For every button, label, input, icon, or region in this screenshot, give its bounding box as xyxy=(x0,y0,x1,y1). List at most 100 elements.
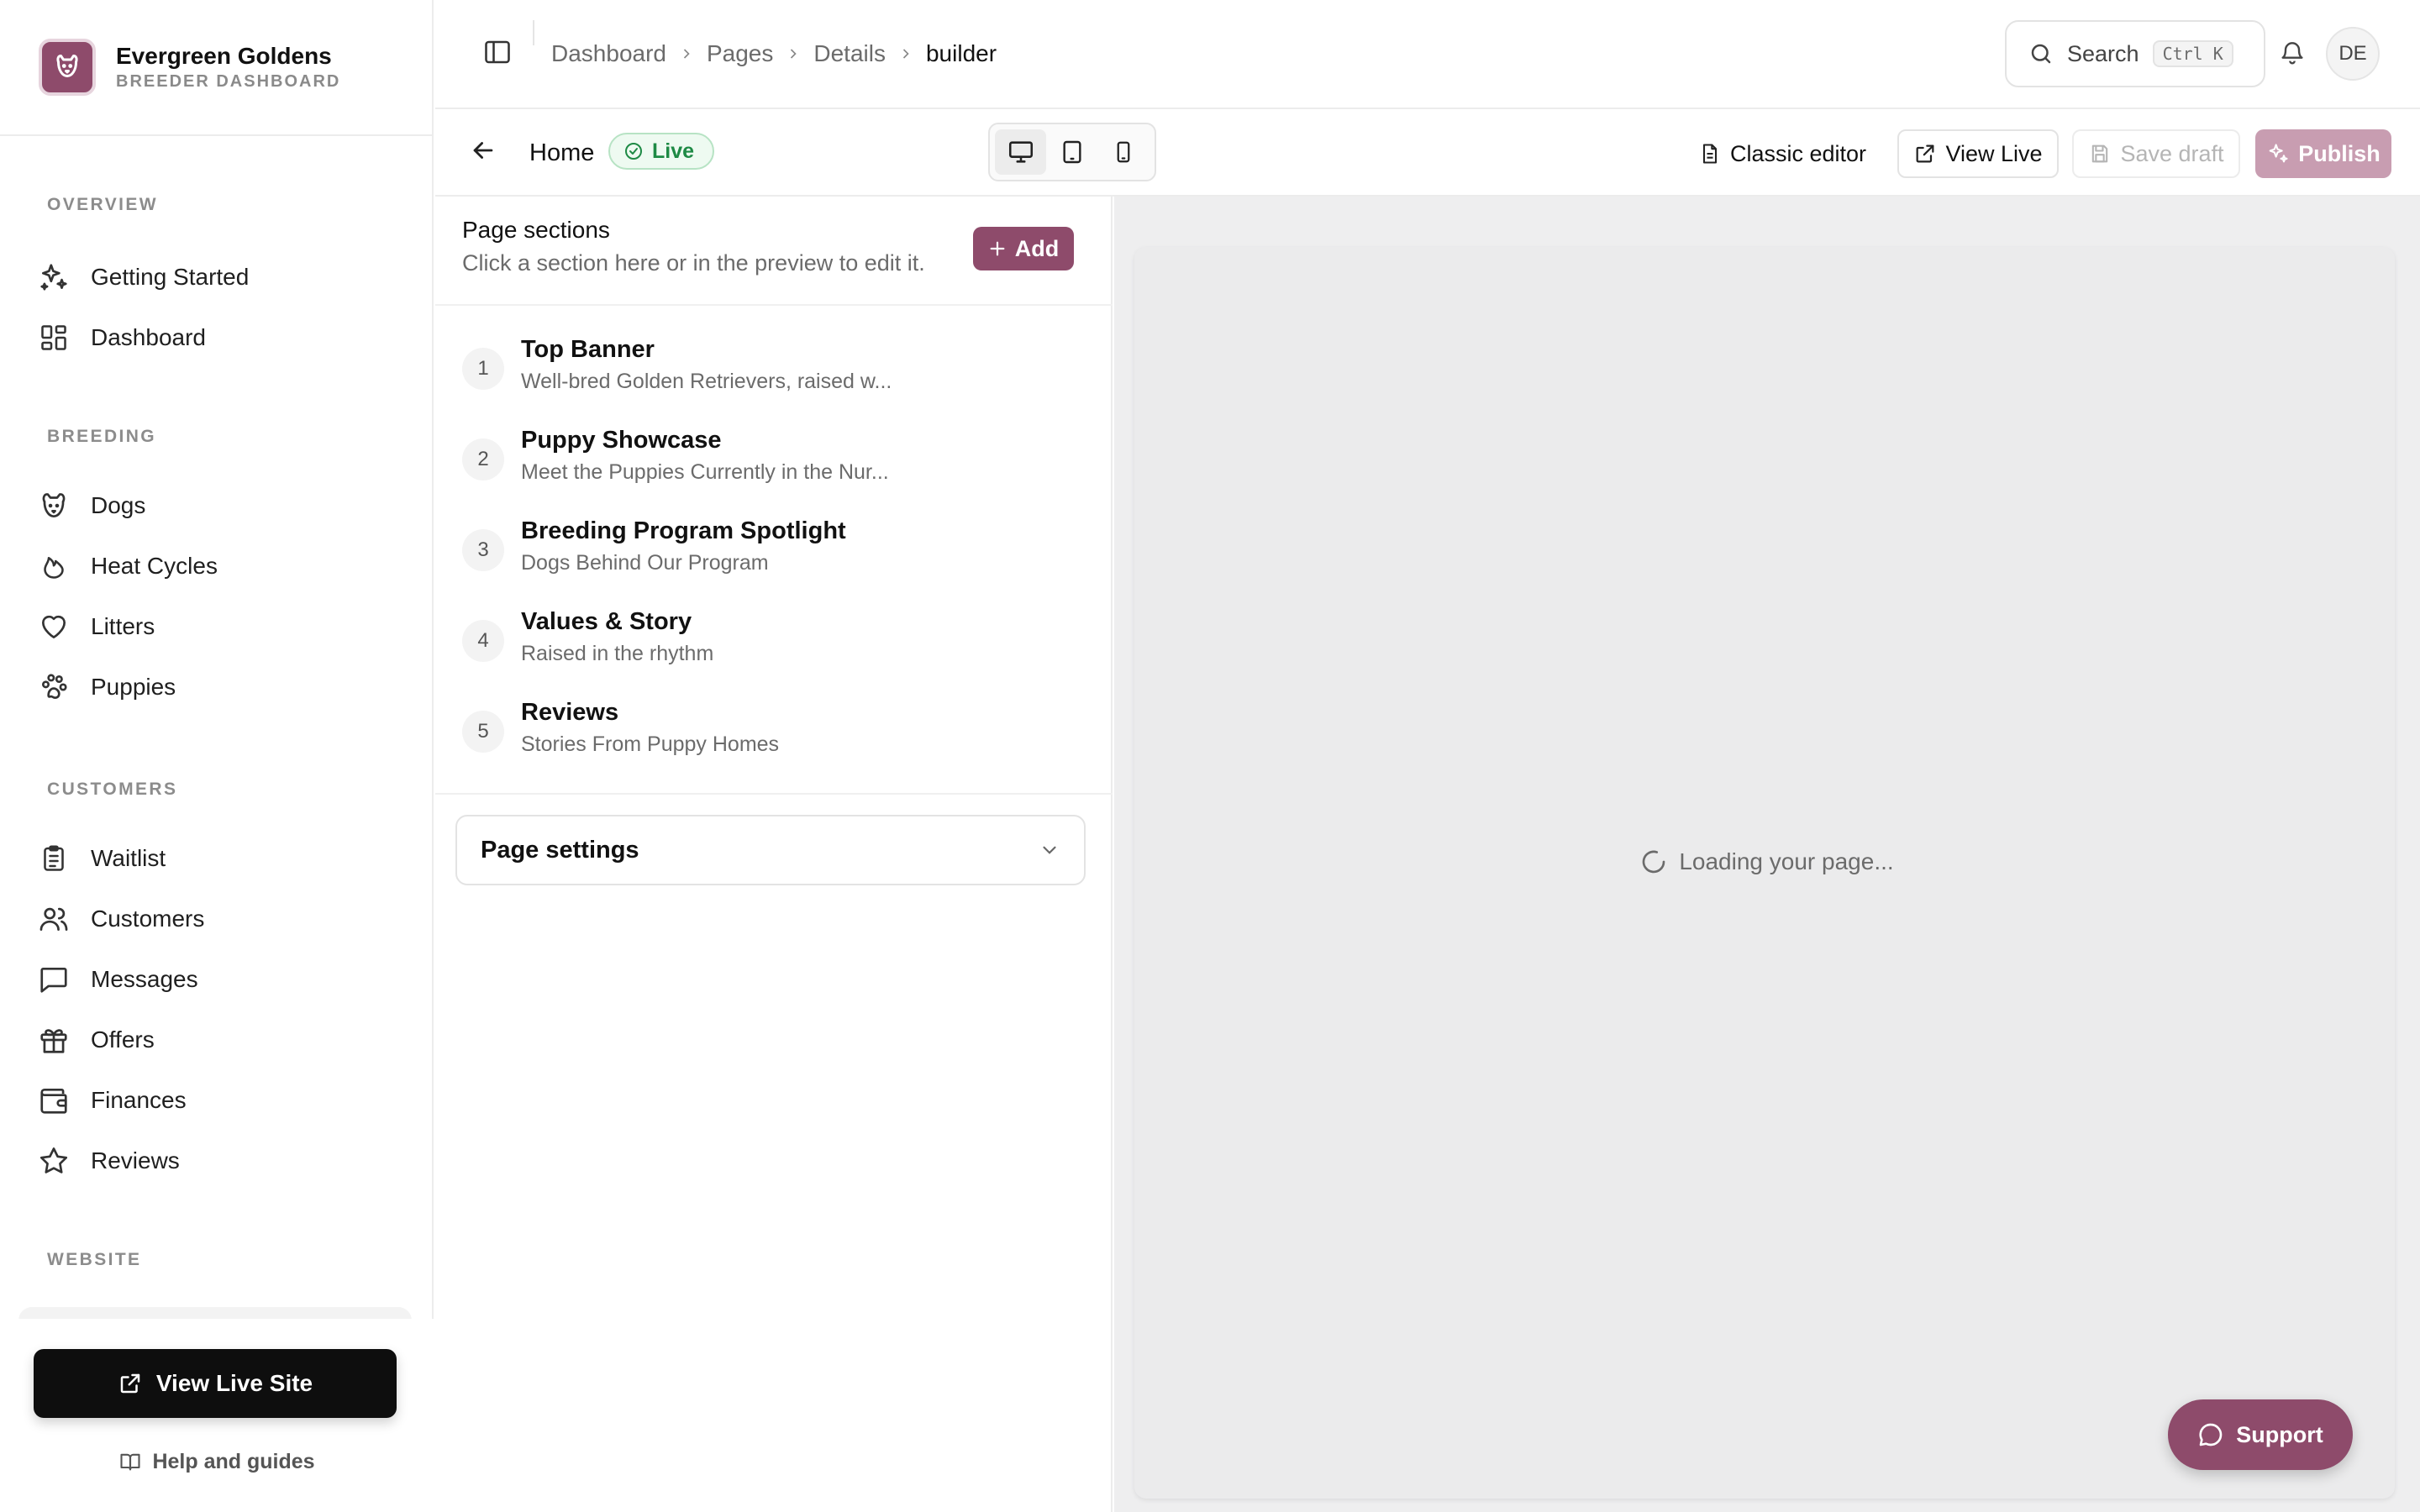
sidebar-item-reviews[interactable]: Reviews xyxy=(37,1136,398,1186)
plus-icon xyxy=(988,239,1007,258)
check-circle-icon xyxy=(623,141,644,161)
top-bar: Dashboard Pages Details builder Search C… xyxy=(435,0,2420,109)
sidebar-item-offers[interactable]: Offers xyxy=(37,1015,398,1065)
section-description: Well-bred Golden Retrievers, raised w... xyxy=(521,370,892,393)
section-number: 1 xyxy=(462,348,504,390)
section-title: Puppy Showcase xyxy=(521,427,722,454)
sidebar-item-customers[interactable]: Customers xyxy=(37,894,398,944)
grid-icon xyxy=(37,321,71,354)
publish-label: Publish xyxy=(2298,140,2381,166)
view-live-site-button[interactable]: View Live Site xyxy=(34,1349,397,1418)
section-description: Raised in the rhythm xyxy=(521,642,714,665)
sidebar-item-messages[interactable]: Messages xyxy=(37,954,398,1005)
page-preview[interactable]: Loading your page... xyxy=(1114,197,2420,1512)
nav-section-breeding: BREEDING xyxy=(47,427,157,446)
support-label: Support xyxy=(2236,1421,2323,1447)
sidebar-item-puppies[interactable]: Puppies xyxy=(37,662,398,712)
loading-indicator: Loading your page... xyxy=(1114,845,2420,879)
bell-icon xyxy=(2279,39,2309,66)
breadcrumb-pages[interactable]: Pages xyxy=(707,40,773,67)
loading-text: Loading your page... xyxy=(1679,848,1894,874)
view-live-button[interactable]: View Live xyxy=(1897,129,2059,178)
section-title: Breeding Program Spotlight xyxy=(521,517,846,544)
status-label: Live xyxy=(652,139,695,163)
sections-panel-header: Page sections Click a section here or in… xyxy=(435,197,1113,306)
sidebar-item-dashboard[interactable]: Dashboard xyxy=(37,312,398,363)
message-icon xyxy=(37,963,71,996)
sidebar-item-label: Dashboard xyxy=(91,324,206,350)
panel-left-icon xyxy=(482,37,516,67)
desktop-view-button[interactable] xyxy=(995,129,1047,175)
sidebar-toggle-button[interactable] xyxy=(482,37,516,71)
panel-title: Page sections xyxy=(462,217,610,243)
sidebar-item-heat-cycles[interactable]: Heat Cycles xyxy=(37,541,398,591)
flame-icon xyxy=(37,549,71,583)
page-title: Home xyxy=(529,139,595,166)
smartphone-icon xyxy=(1111,139,1136,165)
external-link-icon xyxy=(1913,142,1937,165)
sidebar-item-dogs[interactable]: Dogs xyxy=(37,480,398,531)
star-icon xyxy=(37,1144,71,1178)
sidebar-item-label: Litters xyxy=(91,613,155,639)
page-settings-accordion[interactable]: Page settings xyxy=(455,815,1086,885)
publish-button[interactable]: Publish xyxy=(2255,129,2391,178)
tablet-icon xyxy=(1059,139,1086,165)
sidebar-item-label: Customers xyxy=(91,906,205,932)
section-item-breeding-program-spotlight[interactable]: 3 Breeding Program Spotlight Dogs Behind… xyxy=(462,509,1084,593)
topbar-divider xyxy=(533,20,534,45)
gift-icon xyxy=(37,1023,71,1057)
breadcrumb-dashboard[interactable]: Dashboard xyxy=(551,40,666,67)
help-guides-link[interactable]: Help and guides xyxy=(0,1445,434,1478)
search-button[interactable]: Search Ctrl K xyxy=(2005,20,2265,87)
tablet-view-button[interactable] xyxy=(1046,129,1097,175)
sidebar: Evergreen Goldens BREEDER DASHBOARD OVER… xyxy=(0,0,434,1512)
mobile-view-button[interactable] xyxy=(1098,129,1150,175)
panel-subtitle: Click a section here or in the preview t… xyxy=(462,250,925,276)
section-title: Values & Story xyxy=(521,608,692,635)
users-icon xyxy=(37,902,71,936)
view-live-label: View Live xyxy=(1945,140,2043,166)
classic-editor-button[interactable]: Classic editor xyxy=(1686,129,1879,178)
sidebar-item-finances[interactable]: Finances xyxy=(37,1075,398,1126)
chevron-right-icon xyxy=(678,45,695,62)
sidebar-item-getting-started[interactable]: Getting Started xyxy=(37,252,398,302)
section-item-top-banner[interactable]: 1 Top Banner Well-bred Golden Retrievers… xyxy=(462,328,1084,412)
breadcrumb-details[interactable]: Details xyxy=(813,40,886,67)
sidebar-item-waitlist[interactable]: Waitlist xyxy=(37,833,398,884)
save-draft-button[interactable]: Save draft xyxy=(2072,129,2240,178)
search-label: Search xyxy=(2067,40,2139,66)
section-title: Reviews xyxy=(521,699,619,726)
add-section-button[interactable]: Add xyxy=(973,227,1074,270)
back-button[interactable] xyxy=(469,136,502,170)
section-title: Top Banner xyxy=(521,336,655,363)
notifications-button[interactable] xyxy=(2279,39,2309,69)
brand-name: Evergreen Goldens xyxy=(116,43,332,69)
sidebar-item-litters[interactable]: Litters xyxy=(37,601,398,652)
save-draft-label: Save draft xyxy=(2120,140,2224,166)
wallet-icon xyxy=(37,1084,71,1117)
sidebar-item-label: Puppies xyxy=(91,674,176,700)
dog-logo-icon xyxy=(39,39,96,96)
classic-editor-label: Classic editor xyxy=(1729,140,1867,166)
sidebar-item-label: Waitlist xyxy=(91,845,166,871)
brand-header[interactable]: Evergreen Goldens BREEDER DASHBOARD xyxy=(0,0,434,136)
section-item-puppy-showcase[interactable]: 2 Puppy Showcase Meet the Puppies Curren… xyxy=(462,418,1084,502)
section-number: 2 xyxy=(462,438,504,480)
paw-icon xyxy=(37,670,71,704)
avatar[interactable]: DE xyxy=(2326,27,2380,81)
section-item-values-story[interactable]: 4 Values & Story Raised in the rhythm xyxy=(462,600,1084,684)
support-button[interactable]: Support xyxy=(2168,1399,2353,1470)
section-number: 3 xyxy=(462,529,504,571)
section-item-reviews[interactable]: 5 Reviews Stories From Puppy Homes xyxy=(462,690,1084,774)
chevron-right-icon xyxy=(897,45,914,62)
spinner-icon xyxy=(1640,848,1667,875)
chevron-down-icon xyxy=(1039,839,1060,861)
heart-icon xyxy=(37,610,71,643)
section-number: 4 xyxy=(462,620,504,662)
device-toggle xyxy=(988,123,1156,181)
save-icon xyxy=(2088,142,2112,165)
file-text-icon xyxy=(1698,142,1722,165)
search-shortcut: Ctrl K xyxy=(2152,40,2233,67)
nav-section-customers: CUSTOMERS xyxy=(47,780,178,799)
book-icon xyxy=(118,1450,142,1473)
